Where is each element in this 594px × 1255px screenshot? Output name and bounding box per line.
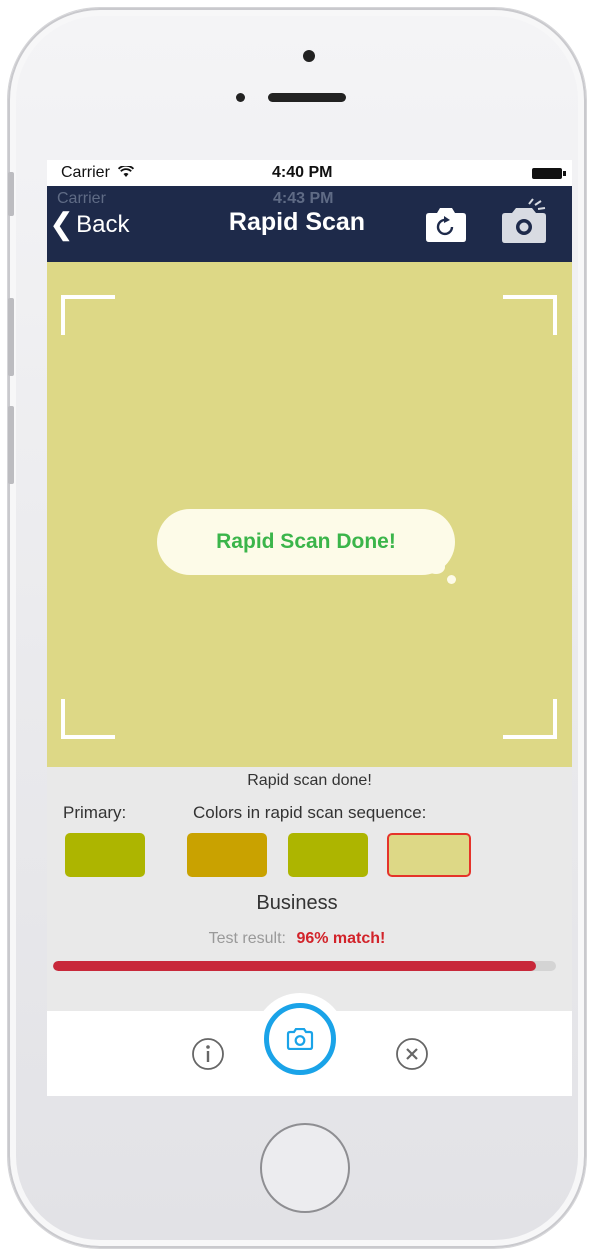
scan-status-message: Rapid scan done! <box>247 772 372 789</box>
camera-flash-icon[interactable] <box>499 198 549 244</box>
sequence-color-swatch-selected[interactable] <box>387 833 471 877</box>
scan-results-panel: Rapid scan done! Primary: Colors in rapi… <box>47 767 572 1011</box>
frame-corner-bottom-right <box>503 699 557 739</box>
test-result-label: Test result: <box>208 930 286 947</box>
frame-corner-top-left <box>61 295 115 335</box>
status-time: 4:40 PM <box>272 164 333 181</box>
primary-color-swatch[interactable] <box>65 833 145 877</box>
screen: Carrier 4:40 PM Carrier 4:43 PM ❮ Back R… <box>47 160 572 1096</box>
match-progress-bar <box>53 961 556 971</box>
info-icon[interactable] <box>191 1037 225 1071</box>
toast-tail-dot <box>447 575 456 584</box>
shutter-ring <box>264 1003 336 1075</box>
toast-tail <box>427 560 445 574</box>
earpiece-speaker <box>268 93 346 102</box>
status-bar: Carrier 4:40 PM <box>47 160 572 186</box>
mute-switch <box>8 172 14 216</box>
scan-done-toast: Rapid Scan Done! <box>157 509 455 575</box>
match-percentage: 96% match! <box>296 930 386 947</box>
shutter-button[interactable] <box>254 993 346 1085</box>
wifi-icon <box>118 164 135 177</box>
result-category: Business <box>256 892 338 914</box>
camera-icon <box>286 1028 314 1050</box>
camera-viewfinder[interactable]: Rapid Scan Done! <box>47 262 572 767</box>
proximity-sensor <box>236 93 245 102</box>
volume-up-button <box>8 298 14 376</box>
close-circle-icon[interactable] <box>395 1037 429 1071</box>
volume-down-button <box>8 406 14 484</box>
ghost-time: 4:43 PM <box>273 190 334 207</box>
carrier-text: Carrier <box>61 164 110 181</box>
navigation-bar: Carrier 4:43 PM ❮ Back Rapid Scan <box>47 186 572 262</box>
bottom-toolbar <box>47 993 572 1096</box>
battery-icon <box>532 168 566 179</box>
home-button[interactable] <box>260 1123 350 1213</box>
test-result: Test result: 96% match! <box>47 930 547 948</box>
front-camera <box>303 50 315 62</box>
primary-label: Primary: <box>63 803 127 822</box>
carrier-label: Carrier <box>61 164 135 182</box>
sequence-label: Colors in rapid scan sequence: <box>193 803 427 822</box>
match-progress-fill <box>53 961 536 971</box>
sequence-color-swatch[interactable] <box>288 833 368 877</box>
page-title: Rapid Scan <box>228 208 366 236</box>
ghost-carrier: Carrier <box>57 190 106 207</box>
sequence-color-swatch[interactable] <box>187 833 267 877</box>
camera-flip-icon[interactable] <box>423 206 469 244</box>
frame-corner-bottom-left <box>61 699 115 739</box>
frame-corner-top-right <box>503 295 557 335</box>
